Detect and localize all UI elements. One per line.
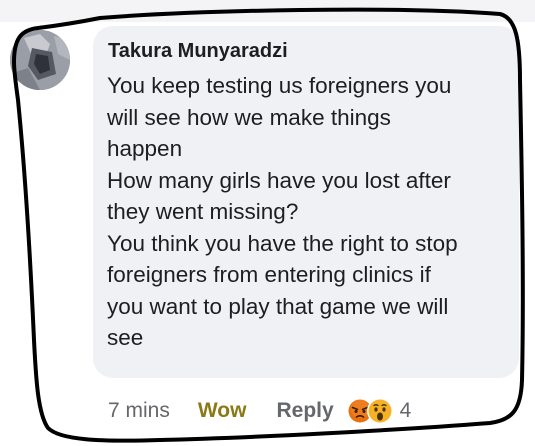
comment-body: You keep testing us foreigners you will …	[107, 70, 512, 354]
previous-comment-edge	[0, 0, 535, 22]
avatar-photo-icon	[10, 30, 70, 90]
comment-actions: 7 mins Wow Reply 4	[108, 395, 411, 427]
comment-line: How many girls have you lost after	[107, 167, 451, 193]
comment-timestamp[interactable]: 7 mins	[108, 399, 170, 423]
comment-line: will see how we make things	[107, 104, 391, 130]
comment-line: foreigners from entering clinics if	[107, 262, 431, 287]
reaction-count: 4	[399, 399, 412, 422]
comment-line: happen	[107, 136, 183, 161]
reaction-button[interactable]: Wow	[198, 399, 247, 423]
comment-author-name[interactable]: Takura Munyaradzi	[108, 40, 288, 63]
wow-emoji-icon	[366, 398, 393, 424]
avatar[interactable]	[10, 30, 70, 90]
reply-button[interactable]: Reply	[276, 399, 333, 423]
comment-line: you want to play that game we will	[107, 293, 449, 319]
reaction-summary[interactable]: 4	[346, 397, 412, 425]
comment-line: they went missing?	[107, 199, 299, 224]
comment-line: You keep testing us foreigners you	[107, 73, 452, 98]
comment-line: You think you have the right to stop	[107, 230, 458, 256]
comment-line: see	[107, 325, 144, 350]
